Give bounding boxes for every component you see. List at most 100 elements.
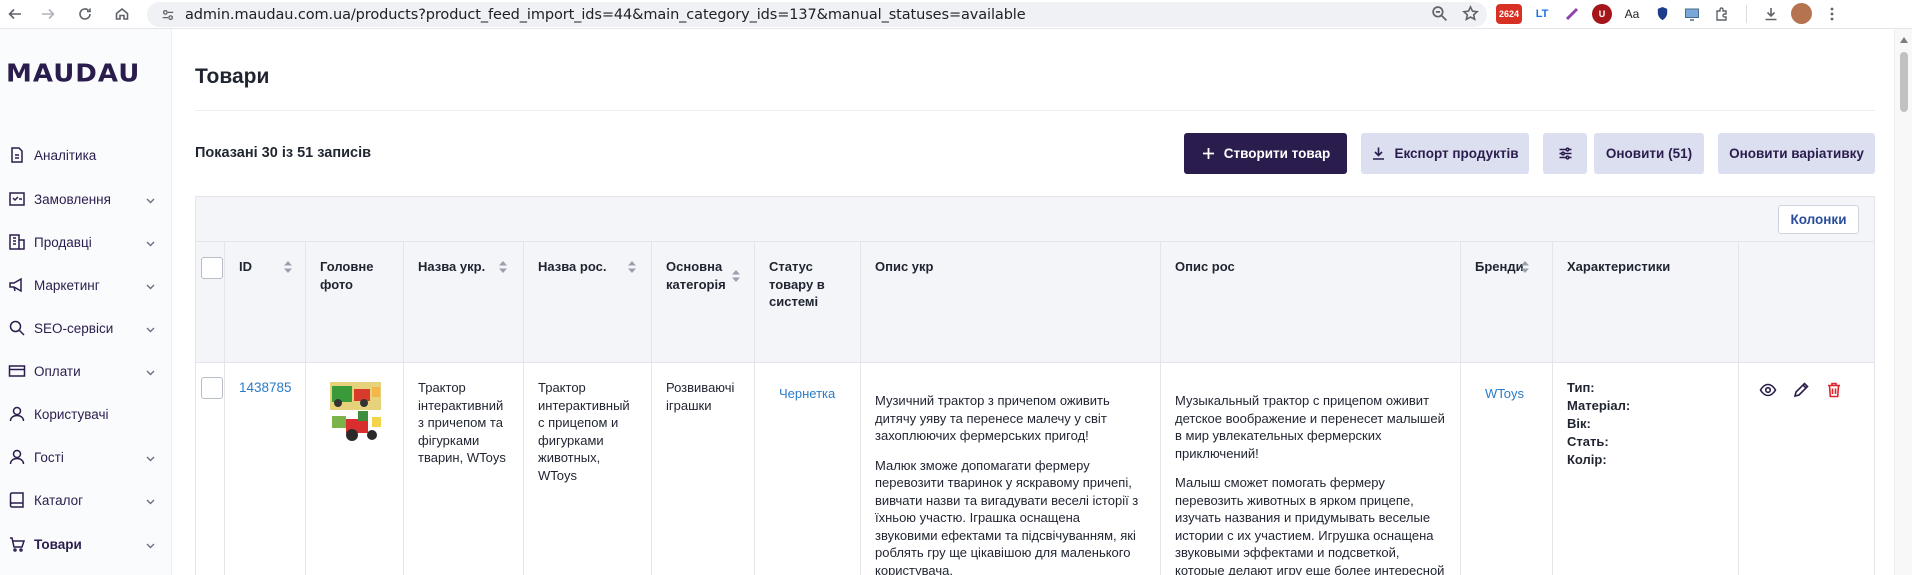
row-checkbox[interactable] bbox=[201, 377, 223, 399]
sidebar-item-marketing[interactable]: Маркетинг bbox=[0, 269, 172, 301]
columns-button[interactable]: Колонки bbox=[1778, 205, 1859, 234]
extension-badge: 2624 bbox=[1498, 8, 1520, 19]
feather-extension-icon[interactable] bbox=[1562, 3, 1582, 24]
sort-icon[interactable] bbox=[499, 260, 507, 273]
char-color: Колір: bbox=[1567, 452, 1607, 467]
delete-trash-icon[interactable] bbox=[1825, 381, 1843, 399]
analytics-icon bbox=[8, 146, 26, 164]
select-all-checkbox[interactable] bbox=[201, 257, 223, 279]
guests-icon bbox=[8, 448, 26, 466]
char-age: Вік: bbox=[1567, 416, 1591, 431]
back-icon[interactable] bbox=[2, 1, 28, 27]
sidebar-item-label: Користувачі bbox=[34, 406, 109, 422]
header-label: Опис рос bbox=[1175, 259, 1235, 274]
product-name-ukr: Трактор інтерактивний з причепом та фігу… bbox=[418, 380, 506, 465]
sliders-icon bbox=[1559, 147, 1571, 160]
sidebar-item-products[interactable]: Товари bbox=[0, 528, 172, 560]
sidebar-item-orders[interactable]: Замовлення bbox=[0, 183, 172, 215]
profile-avatar[interactable] bbox=[1791, 3, 1812, 24]
view-eye-icon[interactable] bbox=[1759, 381, 1777, 399]
ublock-extension-icon[interactable]: U bbox=[1592, 3, 1612, 24]
sidebar-item-analytics[interactable]: Аналітика bbox=[0, 139, 172, 171]
bookmark-star-icon[interactable] bbox=[1462, 5, 1479, 27]
sidebar-item-payments[interactable]: Оплати bbox=[0, 355, 172, 387]
status-badge[interactable]: Чернетка bbox=[779, 386, 835, 401]
header-brands[interactable]: Бренди bbox=[1461, 242, 1553, 363]
calendar-extension-icon[interactable]: 2624 bbox=[1496, 3, 1522, 24]
monitor-extension-icon[interactable] bbox=[1682, 3, 1702, 24]
scroll-thumb[interactable] bbox=[1900, 52, 1908, 112]
orders-icon bbox=[8, 190, 26, 208]
edit-pencil-icon[interactable] bbox=[1792, 381, 1810, 399]
cell-desc-rus: Музыкальный трактор с прицепом оживит де… bbox=[1161, 363, 1461, 575]
product-name-rus: Трактор интерактивный с прицепом и фигур… bbox=[538, 380, 630, 483]
title-divider bbox=[195, 110, 1875, 111]
sidebar-item-guests[interactable]: Гості bbox=[0, 441, 172, 473]
header-category[interactable]: Основна категорія bbox=[652, 242, 755, 363]
sidebar-item-label: Продавці bbox=[34, 234, 92, 250]
sidebar-item-label: Каталог bbox=[34, 492, 84, 508]
zoom-icon[interactable] bbox=[1431, 5, 1448, 27]
header-label: Бренди bbox=[1475, 259, 1524, 274]
download-icon bbox=[1373, 147, 1385, 160]
update-button[interactable]: Оновити (51) bbox=[1594, 133, 1704, 174]
brand-logo[interactable]: MAUDAU bbox=[6, 60, 140, 89]
sidebar-item-users[interactable]: Користувачі bbox=[0, 398, 172, 430]
home-icon[interactable] bbox=[109, 1, 135, 27]
extensions-puzzle-icon[interactable] bbox=[1712, 3, 1732, 24]
header-label: Назва рос. bbox=[538, 259, 607, 274]
browser-menu-icon[interactable] bbox=[1822, 3, 1842, 24]
cell-name-ukr: Трактор інтерактивний з причепом та фігу… bbox=[404, 363, 524, 575]
site-settings-icon[interactable] bbox=[161, 8, 175, 22]
create-product-button[interactable]: Створити товар bbox=[1184, 133, 1347, 174]
filters-button[interactable] bbox=[1543, 133, 1587, 174]
header-label: Назва укр. bbox=[418, 259, 486, 274]
header-characteristics: Характеристики bbox=[1553, 242, 1739, 363]
table-header: ID Головне фото Назва укр. Назва рос. Ос… bbox=[196, 242, 1874, 363]
product-category: Розвиваючі іграшки bbox=[666, 380, 735, 413]
sidebar-item-label: Аналітика bbox=[34, 147, 97, 163]
font-extension-icon[interactable]: Aa bbox=[1622, 3, 1642, 24]
address-bar[interactable]: admin.maudau.com.ua/products?product_fee… bbox=[147, 2, 1487, 27]
header-id[interactable]: ID bbox=[225, 242, 306, 363]
sidebar-item-seo[interactable]: SEO-сервіси bbox=[0, 312, 172, 344]
download-icon[interactable] bbox=[1761, 3, 1781, 24]
chevron-down-icon bbox=[145, 236, 156, 247]
page-title: Товари bbox=[195, 65, 270, 88]
scroll-up-arrow-icon[interactable] bbox=[1900, 37, 1908, 43]
cell-status: Чернетка bbox=[755, 363, 861, 575]
catalog-icon bbox=[8, 491, 26, 509]
page-scrollbar[interactable] bbox=[1894, 29, 1912, 575]
header-label: Характеристики bbox=[1567, 259, 1671, 274]
export-products-button[interactable]: Експорт продуктів bbox=[1361, 133, 1529, 174]
sort-icon[interactable] bbox=[732, 269, 740, 282]
chevron-down-icon bbox=[145, 193, 156, 204]
sidebar-item-label: Товари bbox=[34, 536, 82, 552]
extension-label: U bbox=[1598, 8, 1606, 19]
reload-icon[interactable] bbox=[72, 1, 98, 27]
sort-icon[interactable] bbox=[1521, 260, 1529, 273]
cell-photo bbox=[306, 363, 404, 575]
desc-ukr-paragraph: Малюк зможе допомагати фермеру перевозит… bbox=[875, 457, 1139, 575]
forward-icon[interactable] bbox=[35, 1, 61, 27]
users-icon bbox=[8, 405, 26, 423]
languagetool-extension-icon[interactable]: LT bbox=[1532, 3, 1552, 24]
sidebar-item-sellers[interactable]: Продавці bbox=[0, 226, 172, 258]
brand-link[interactable]: WToys bbox=[1485, 386, 1524, 401]
sort-icon[interactable] bbox=[628, 260, 636, 273]
shield-extension-icon[interactable] bbox=[1652, 3, 1672, 24]
browser-toolbar: admin.maudau.com.ua/products?product_fee… bbox=[0, 0, 1912, 29]
sort-icon[interactable] bbox=[284, 260, 292, 273]
extension-label: Aa bbox=[1624, 6, 1640, 21]
product-thumbnail[interactable] bbox=[328, 381, 383, 443]
header-name-rus[interactable]: Назва рос. bbox=[524, 242, 652, 363]
desc-rus-paragraph: Малыш сможет помогать фермеру перевозить… bbox=[1175, 475, 1445, 575]
product-id-link[interactable]: 1438785 bbox=[239, 380, 292, 395]
chevron-down-icon bbox=[145, 451, 156, 462]
sidebar-item-catalog[interactable]: Каталог bbox=[0, 484, 172, 516]
export-products-label: Експорт продуктів bbox=[1394, 146, 1519, 161]
sidebar-item-label: SEO-сервіси bbox=[34, 320, 114, 336]
header-label: Основна категорія bbox=[666, 259, 726, 292]
update-variant-button[interactable]: Оновити варіативку bbox=[1718, 133, 1875, 174]
header-name-ukr[interactable]: Назва укр. bbox=[404, 242, 524, 363]
